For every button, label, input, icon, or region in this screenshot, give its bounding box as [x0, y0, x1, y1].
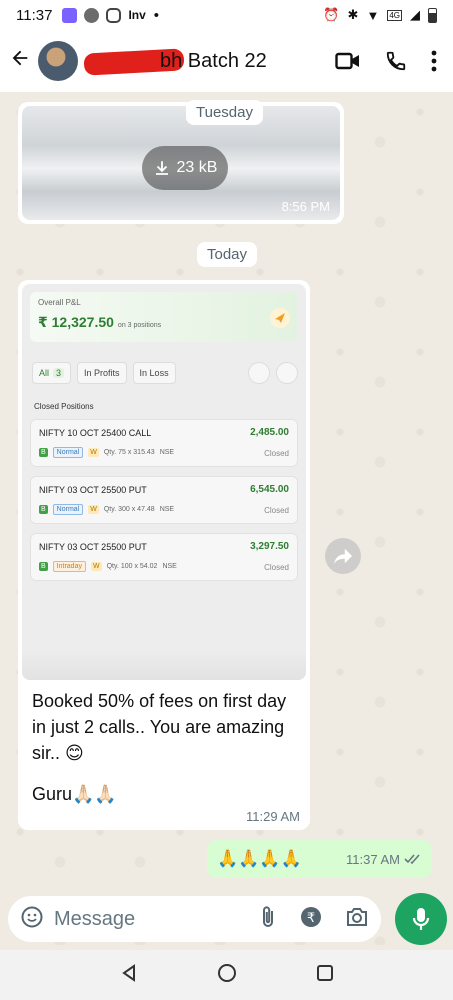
position-name: NIFTY 03 OCT 25500 PUT: [39, 542, 147, 552]
buy-badge: B: [39, 562, 48, 571]
forward-button[interactable]: [325, 538, 361, 574]
pnl-card: Overall P&L ₹ 12,327.50 on 3 positions: [30, 292, 298, 342]
day-divider: Tuesday: [186, 100, 263, 125]
image-caption-message[interactable]: Overall P&L ₹ 12,327.50 on 3 positions Al…: [18, 280, 310, 830]
search-icon: [276, 362, 298, 384]
position-status: Closed: [264, 449, 289, 458]
position-status: Closed: [264, 506, 289, 515]
exchange: NSE: [159, 506, 175, 513]
double-check-icon: [404, 854, 420, 865]
position-status: Closed: [264, 563, 289, 572]
message-text: Guru🙏🏻🙏🏻: [32, 784, 117, 804]
position-value: 6,545.00: [250, 484, 289, 495]
position-qty: Qty. 300 x 47.48: [103, 506, 155, 513]
back-nav-icon[interactable]: [119, 963, 139, 988]
microphone-icon: [412, 908, 430, 930]
position-filters: All 3 In Profits In Loss: [32, 362, 298, 384]
day-divider: Today: [197, 242, 258, 267]
trading-screenshot[interactable]: Overall P&L ₹ 12,327.50 on 3 positions Al…: [22, 284, 306, 680]
message-time: 11:29 AM: [246, 809, 300, 824]
pnl-label: Overall P&L: [38, 298, 81, 307]
status-time: 11:37: [16, 6, 53, 24]
download-icon: [155, 161, 168, 175]
download-size: 23 kB: [176, 159, 218, 176]
microphone-button[interactable]: [395, 893, 447, 945]
order-type-badge: Normal: [52, 504, 84, 515]
system-nav-bar: [0, 950, 453, 1000]
buy-badge: B: [39, 505, 48, 514]
position-qty: Qty. 75 x 315.43: [103, 449, 155, 456]
more-vertical-icon[interactable]: [431, 50, 437, 72]
emoji-icon[interactable]: [20, 905, 44, 934]
filter-in-loss: In Loss: [132, 362, 176, 384]
sort-icon: [248, 362, 270, 384]
message-time: 11:37 AM: [346, 852, 422, 867]
w-badge: W: [90, 562, 102, 571]
status-dot: •: [153, 6, 160, 24]
blurred-image-preview: 23 kB 8:56 PM: [22, 106, 340, 220]
message-time: 8:56 PM: [281, 199, 330, 214]
filter-in-profits: In Profits: [77, 362, 127, 384]
position-value: 2,485.00: [250, 427, 289, 438]
forward-icon: [334, 548, 352, 565]
image-message[interactable]: 23 kB 8:56 PM: [18, 102, 344, 224]
attach-icon[interactable]: [259, 905, 277, 934]
message-text: 🙏🙏🙏🙏: [217, 849, 302, 868]
home-nav-icon[interactable]: [216, 962, 238, 989]
alarm-icon: ⏰: [323, 7, 340, 22]
composer: Message ₹: [0, 893, 453, 945]
w-badge: W: [88, 448, 99, 457]
send-icon: [270, 308, 290, 328]
battery-icon: [428, 7, 437, 23]
chat-title[interactable]: bh Batch 22: [83, 47, 308, 76]
w-badge: W: [88, 505, 99, 514]
position-card: NIFTY 10 OCT 25400 CALL 2,485.00 B Normal…: [30, 419, 298, 467]
brand-text: Inv: [128, 8, 146, 22]
position-name: NIFTY 10 OCT 25400 CALL: [39, 428, 152, 438]
position-value: 3,297.50: [250, 541, 289, 552]
buy-badge: B: [39, 448, 48, 457]
pnl-value: ₹ 12,327.50 on 3 positions: [38, 314, 162, 330]
recents-nav-icon[interactable]: [315, 963, 335, 988]
download-button[interactable]: 23 kB: [142, 146, 228, 190]
filter-all: All 3: [32, 362, 72, 384]
notification-app-icon: [84, 7, 100, 23]
message-input[interactable]: Message ₹: [8, 896, 381, 942]
bluetooth-icon: ✱: [347, 7, 359, 22]
exchange: NSE: [162, 563, 177, 570]
instagram-icon: [106, 7, 122, 23]
screenshot-fade: [22, 650, 306, 680]
message-text: Booked 50% of fees on first day in just …: [32, 691, 287, 763]
position-card: NIFTY 03 OCT 25500 PUT 3,297.50 B Intrada…: [30, 533, 298, 581]
chat-header: bh Batch 22: [0, 30, 453, 92]
arrow-left-icon[interactable]: [2, 47, 38, 76]
video-call-icon[interactable]: [335, 51, 361, 71]
outgoing-message[interactable]: 🙏🙏🙏🙏 11:37 AM: [207, 840, 432, 878]
order-type-badge: Normal: [52, 447, 84, 458]
status-bar: 11:37 Inv • ⏰ ✱ ▼ 4G ◢: [0, 0, 453, 30]
notification-app-icon: [62, 7, 78, 23]
chat-title-text: bh Batch 22: [160, 49, 267, 72]
wifi-icon: ▼: [366, 7, 380, 23]
camera-icon[interactable]: [345, 906, 369, 933]
volte-icon: 4G: [387, 9, 402, 21]
position-card: NIFTY 03 OCT 25500 PUT 6,545.00 B Normal W…: [30, 476, 298, 524]
avatar[interactable]: [38, 41, 78, 81]
closed-positions-title: Closed Positions: [34, 402, 94, 411]
position-name: NIFTY 03 OCT 25500 PUT: [39, 485, 147, 495]
payment-icon[interactable]: ₹: [299, 905, 323, 934]
position-qty: Qty. 100 x 54.02: [106, 563, 158, 570]
message-placeholder: Message: [54, 907, 136, 930]
order-type-badge: Intraday: [52, 561, 86, 572]
chat-area[interactable]: 23 kB 8:56 PM Tuesday Today Overall P&L …: [0, 92, 453, 945]
exchange: NSE: [159, 449, 175, 456]
signal-icon: ◢: [410, 7, 420, 22]
pnl-sub: on 3 positions: [117, 322, 162, 329]
phone-icon[interactable]: [385, 50, 407, 72]
svg-text:₹: ₹: [307, 911, 315, 926]
